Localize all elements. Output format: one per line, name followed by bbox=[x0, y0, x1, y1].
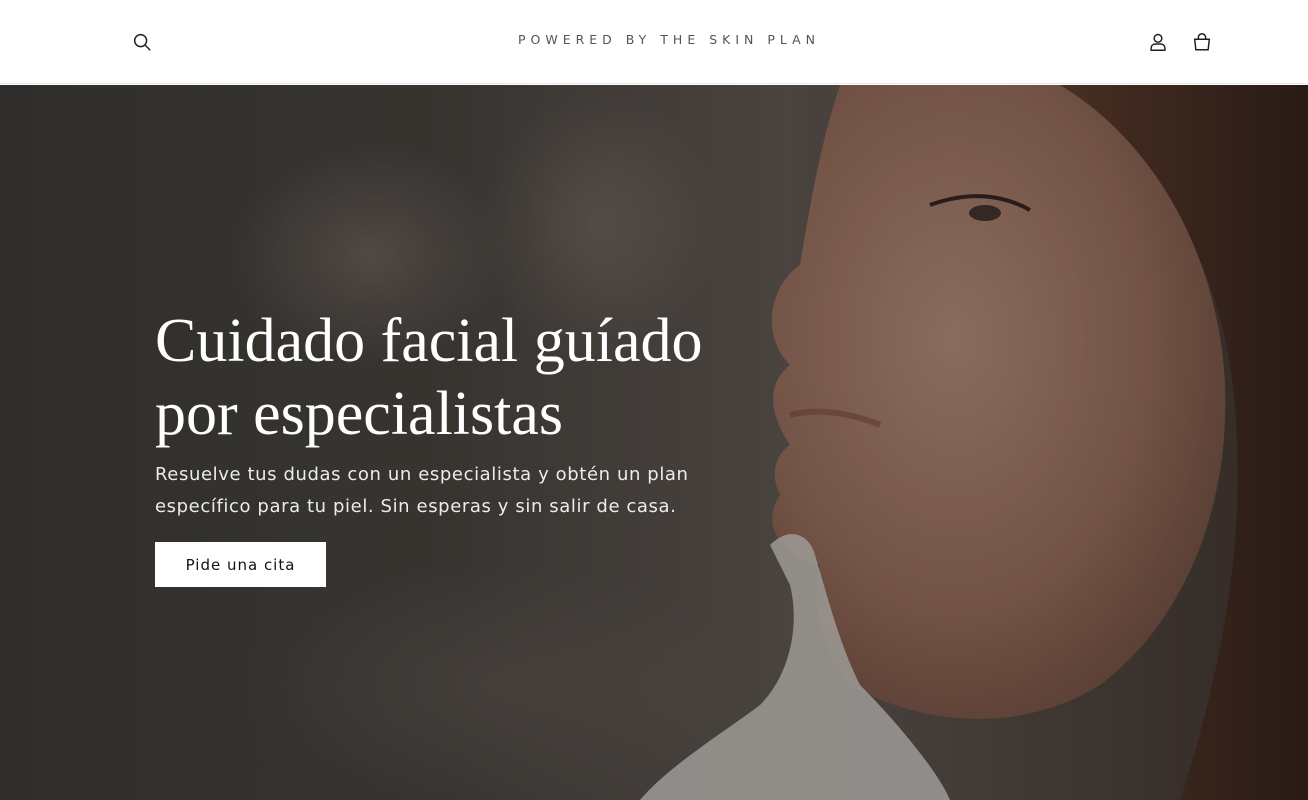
site-logo[interactable]: POWERED BY THE SKIN PLAN bbox=[454, 32, 884, 47]
book-appointment-button[interactable]: Pide una cita bbox=[155, 542, 326, 587]
hero-subtitle: Resuelve tus dudas con un especialista y… bbox=[155, 464, 689, 517]
account-button[interactable] bbox=[1142, 26, 1174, 58]
user-icon bbox=[1150, 33, 1166, 51]
hero-banner: Cuidado facial guíado por especialistas … bbox=[0, 85, 1308, 800]
cart-button[interactable] bbox=[1186, 26, 1218, 58]
cart-icon bbox=[1193, 33, 1211, 51]
site-header: POWERED BY THE SKIN PLAN bbox=[0, 0, 1308, 84]
search-button[interactable] bbox=[126, 26, 158, 58]
search-icon bbox=[133, 33, 151, 51]
hero-title: Cuidado facial guíado por especialistas bbox=[155, 307, 703, 448]
